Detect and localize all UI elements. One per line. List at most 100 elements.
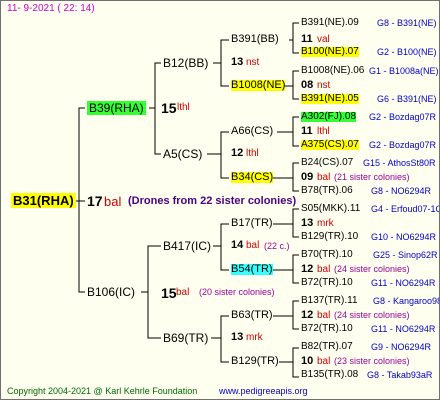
queen-b17[interactable]: B17(TR) [231,218,273,229]
b34-branch-line [273,162,299,192]
gen5-location: G2 - Bozdag07R [369,112,437,122]
print-date: 11- 9-2021 ( 22: 14) [7,3,95,14]
site-link[interactable]: www.pedigreeapis.org [219,387,308,396]
b39-unit: lthl [177,102,190,113]
b39-branch-line [149,62,161,155]
b69-unit: mrk [246,332,263,343]
b129-year: 10 [301,355,314,367]
a5-year: 12 [231,147,244,159]
gen5-name[interactable]: B135(TR).08 [301,370,358,380]
b34-year: 09 [301,171,314,183]
gen5-name[interactable]: B24(CS).07 [301,158,353,168]
b39-year: 15 [161,100,177,116]
gen5-name[interactable]: B100(NE).07 [301,47,359,57]
b34-sisters: (21 sister colonies) [334,172,410,182]
queen-b12[interactable]: B12(BB) [163,57,208,69]
gen5-name[interactable]: B78(TR).06 [301,186,353,196]
gen5-location: G8 - B391(NE) [377,18,437,28]
queen-b63[interactable]: B63(TR) [231,310,273,321]
b63-branch-line [273,300,299,330]
b106-unit: bal [176,287,190,298]
b129-branch-line [279,347,299,378]
gen5-location: G6 - B391(NE) [377,94,437,104]
b391bb-branch-line [289,22,299,54]
gen5-name[interactable]: B72(TR).10 [301,324,353,334]
b12-branch-line [213,39,229,87]
b69-branch-line [211,315,229,363]
gen5-name[interactable]: B129(TR).10 [301,232,358,242]
b54-sisters: (24 sister colonies) [334,264,410,274]
queen-b69[interactable]: B69(TR) [163,332,208,344]
b54-unit: bal [317,264,331,275]
queen-b54[interactable]: B54(TR) [231,264,273,275]
b106-year: 15 [161,285,177,301]
gen5-name[interactable]: B1008(NE).06 [301,66,364,76]
b129-sisters: (23 sister colonies) [334,356,410,366]
gen5-location: G2 - B100(NE) [377,47,437,57]
gen5-name[interactable]: B137(TR).11 [301,296,358,306]
pedigree-canvas: 11- 9-2021 ( 22: 14) B31(RHA) 17 bal (Dr… [0,0,440,400]
gen5-name[interactable]: B82(TR).07 [301,342,353,352]
root-unit: bal [104,194,122,209]
copyright-note: Copyright 2004-2021 @ Karl Kehrle Founda… [7,386,198,396]
b63-year: 12 [301,309,314,321]
b17-unit: mrk [317,218,334,229]
b417-year: 14 [231,239,244,251]
a66-branch-line [277,116,299,147]
gen5-name[interactable]: A375(CS).07 [301,140,359,150]
gen5-name[interactable]: B391(NE).09 [301,18,359,28]
queen-b39[interactable]: B39(RHA) [87,101,146,115]
gen5-location: G8 - Kangaroo98R [373,296,439,306]
b1008-unit: nst [317,80,331,91]
gen5-location: G9 - NO6294R [371,342,432,352]
b106-branch-line [141,245,161,339]
gen5-name[interactable]: S05(MKK).11 [301,204,360,214]
b1008-branch-line [285,70,299,100]
b69-year: 13 [231,331,244,343]
queen-b34[interactable]: B34(CS) [231,172,274,183]
gen5-location: G25 - Sinop62R [373,250,438,260]
gen5-name[interactable]: A302(FJ).08 [301,112,357,122]
a5-unit: lthl [246,148,259,159]
gen5-location: G8 - Takab93aR [367,370,433,380]
a66-unit: lthl [317,126,330,137]
gen5-location: G2 - Bozdag07R [369,140,437,150]
b54-year: 12 [301,263,314,275]
root-year: 17 [87,193,103,209]
queen-b129[interactable]: B129(TR) [231,356,279,367]
b106-sisters: (20 sister colonies) [199,287,275,297]
gen5-location: G11 - NO6294R [371,324,436,334]
a5-branch-line [207,131,229,179]
b1008-year: 08 [301,79,314,91]
gen5-name[interactable]: B391(NE).05 [301,94,359,104]
b391bb-year: 11 [301,33,313,45]
queen-b106[interactable]: B106(IC) [87,286,135,298]
queen-b1008[interactable]: B1008(NE) [231,80,286,91]
b63-sisters: (24 sister colonies) [334,310,410,320]
gen5-location: G8 - NO6294R [371,186,432,196]
gen5-name[interactable]: B72(TR).10 [301,278,353,288]
b417-unit: bal [246,240,260,251]
b34-unit: bal [317,172,331,183]
b129-unit: bal [317,356,331,367]
gen5-location: G1 - B1008a(NE) [369,66,439,76]
queen-b391bb[interactable]: B391(BB) [231,34,279,45]
b417-sisters: (22 c.) [264,241,290,251]
gen5-name[interactable]: B70(TR).10 [301,250,353,260]
queen-a66[interactable]: A66(CS) [231,126,273,137]
b63-unit: bal [317,310,331,321]
queen-a5[interactable]: A5(CS) [163,148,202,160]
queen-b417[interactable]: B417(IC) [163,240,211,252]
drones-note: (Drones from 22 sister colonies) [128,195,297,207]
b417-branch-line [213,223,229,271]
b17-branch-line [273,208,299,238]
b54-branch-line [273,254,299,284]
gen5-location: G10 - NO6294R [371,232,437,242]
a66-year: 11 [301,125,313,137]
b12-unit: nst [246,57,260,68]
b12-year: 13 [231,56,244,68]
gen5-location: G4 - Erfoud07-1Q [371,204,440,214]
root-colony[interactable]: B31(RHA) [11,193,76,208]
b17-year: 13 [301,217,314,229]
b391bb-unit: val [317,34,330,45]
